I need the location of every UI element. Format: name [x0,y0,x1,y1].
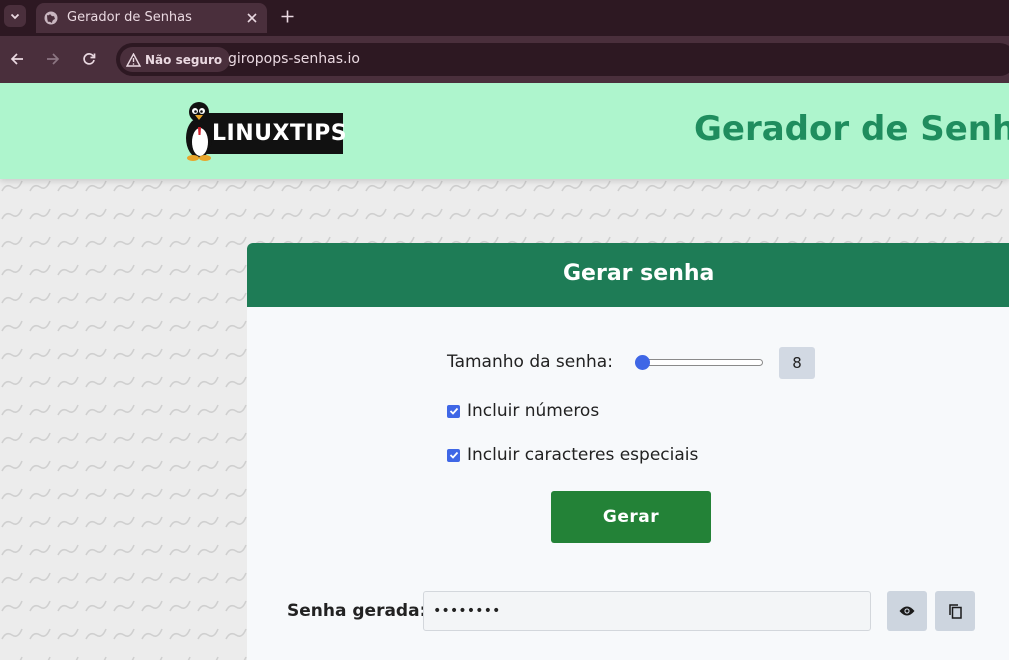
password-length-slider[interactable] [635,355,763,370]
copy-password-button[interactable] [935,591,975,631]
browser-toolbar: Não seguro giropops-senhas.io [0,36,1009,83]
tab-bar: Gerador de Senhas [0,0,1009,36]
tab-title: Gerador de Senhas [67,10,192,25]
slider-track [635,359,763,366]
plus-icon[interactable] [277,6,297,26]
include-numbers-checkbox[interactable] [447,404,460,418]
penguin-icon [186,102,212,161]
page-viewport: LINUXTIPS Gerador de Senhas Gerar senha … [0,83,1009,660]
security-label: Não seguro [145,52,223,67]
security-chip[interactable]: Não seguro [120,47,231,72]
back-arrow-icon[interactable] [6,48,28,70]
generate-button[interactable]: Gerar [551,491,711,543]
include-numbers-option[interactable]: Incluir números [447,401,599,421]
include-special-checkbox[interactable] [447,448,460,462]
globe-icon [44,11,58,25]
eye-icon [899,606,915,616]
show-password-button[interactable] [887,591,927,631]
card-title: Gerar senha [563,261,715,286]
card-header: Gerar senha [247,243,1009,307]
password-length-label: Tamanho da senha: [447,352,613,372]
site-logo[interactable]: LINUXTIPS [182,100,348,162]
url-text[interactable]: giropops-senhas.io [228,51,360,67]
site-header: LINUXTIPS Gerador de Senhas [0,83,1009,179]
warning-icon [126,52,141,67]
include-special-label: Incluir caracteres especiais [467,445,699,465]
chevron-down-icon [10,13,20,20]
reload-icon[interactable] [78,48,100,70]
password-length-value: 8 [779,347,815,379]
generated-password-label: Senha gerada: [287,601,427,621]
checkmark-icon [449,407,458,415]
slider-thumb[interactable] [635,355,650,370]
tab-list-button[interactable] [4,5,26,27]
copy-icon [948,603,962,619]
logo-text: LINUXTIPS [212,121,348,146]
site-title: Gerador de Senhas [694,109,1009,149]
browser-tab[interactable]: Gerador de Senhas [36,3,267,33]
checkmark-icon [449,451,458,459]
generated-password-field[interactable]: •••••••• [423,591,871,631]
address-bar[interactable]: Não seguro giropops-senhas.io [116,43,1009,76]
close-icon[interactable] [244,10,260,26]
include-numbers-label: Incluir números [467,401,600,421]
forward-arrow-icon[interactable] [42,48,64,70]
include-special-option[interactable]: Incluir caracteres especiais [447,445,698,465]
password-card: Gerar senha Tamanho da senha: 8 Incluir … [247,243,1009,660]
